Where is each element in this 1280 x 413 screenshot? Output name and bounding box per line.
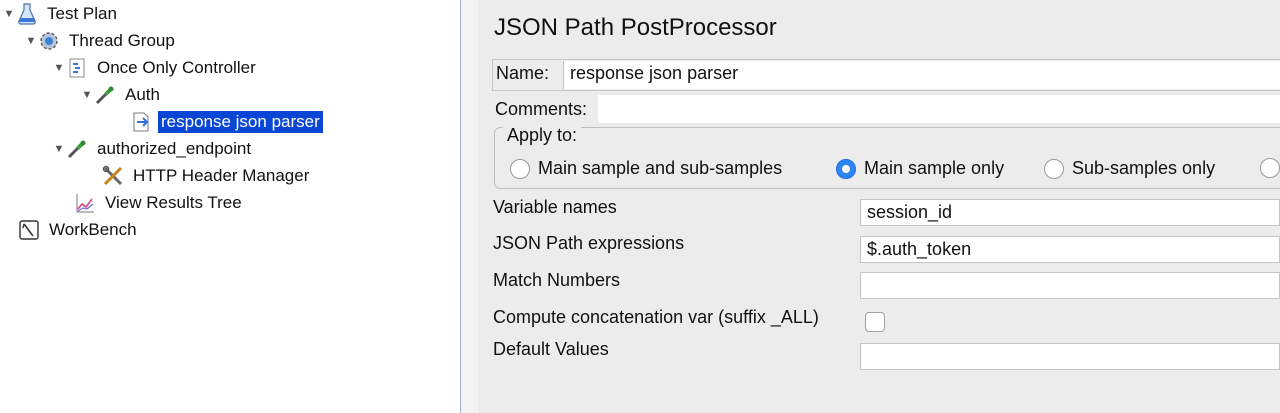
radio-jmeter-variable[interactable] [1260,158,1280,178]
comments-input[interactable] [598,95,1280,123]
tree-item-label: response json parser [158,111,323,133]
expand-toggle-icon[interactable]: ▼ [52,62,66,74]
radio-label: Main sample only [864,158,1005,178]
expand-toggle-icon[interactable]: ▼ [2,8,16,20]
tree-item-view-results-tree[interactable]: View Results Tree [74,190,245,216]
tree-item-http-header-manager[interactable]: HTTP Header Manager [102,163,312,189]
tools-icon [102,165,124,187]
json-path-postprocessor-panel: JSON Path PostProcessor Name: response j… [478,0,1280,413]
tree-item-auth[interactable]: ▼ Auth [80,82,163,108]
apply-to-legend: Apply to: [503,125,582,146]
tree-item-label: Test Plan [47,4,117,23]
json-path-expressions-label: JSON Path expressions [493,233,685,253]
tree-item-thread-group[interactable]: ▼ Thread Group [24,28,178,54]
test-plan-tree[interactable]: ▼ Test Plan ▼ Thread Group ▼ Once Only C… [0,0,460,413]
pipette-icon [66,138,88,160]
radio-button-icon[interactable] [1044,158,1064,179]
tree-item-label: Auth [125,85,160,104]
tree-item-response-json-parser[interactable]: response json parser [130,109,323,135]
tree-item-test-plan[interactable]: ▼ Test Plan [2,1,120,27]
match-numbers-label: Match Numbers [493,270,621,290]
tree-item-authorized-endpoint[interactable]: ▼ authorized_endpoint [52,136,254,162]
chart-icon [74,192,96,214]
tree-item-label: HTTP Header Manager [133,166,310,185]
radio-main-and-sub-samples[interactable]: Main sample and sub-samples [510,158,782,179]
pipette-icon [94,84,116,106]
radio-main-sample-only[interactable]: Main sample only [836,158,1004,179]
name-input[interactable]: response json parser [563,61,1280,89]
compute-concatenation-checkbox[interactable] [865,312,885,332]
split-pane-divider[interactable] [460,0,480,413]
variable-names-input[interactable]: session_id [860,199,1280,226]
compute-concatenation-label: Compute concatenation var (suffix _ALL) [493,307,819,327]
match-numbers-input[interactable] [860,272,1280,299]
comments-row: Comments: [492,95,1280,123]
radio-label: Main sample and sub-samples [538,158,783,178]
name-label: Name: [496,63,550,83]
tree-item-label: Thread Group [69,31,175,50]
default-values-input[interactable] [860,343,1280,370]
gear-icon [38,30,60,52]
expand-toggle-icon[interactable]: ▼ [52,143,66,155]
json-path-expressions-input[interactable]: $.auth_token [860,236,1280,263]
expand-toggle-icon[interactable]: ▼ [80,89,94,101]
expand-toggle-icon[interactable]: ▼ [24,35,38,47]
workbench-icon [18,219,40,241]
controller-icon [66,57,88,79]
postprocessor-icon [130,111,152,133]
tree-item-label: authorized_endpoint [97,139,252,158]
page-title: JSON Path PostProcessor [494,14,777,41]
tree-item-workbench[interactable]: WorkBench [18,217,140,243]
tree-item-once-only-controller[interactable]: ▼ Once Only Controller [52,55,259,81]
tree-item-label: Once Only Controller [97,58,256,77]
tree-item-label: WorkBench [49,220,137,239]
radio-button-icon[interactable] [1260,158,1280,178]
apply-to-group: Apply to: Main sample and sub-samples Ma… [494,125,1280,189]
radio-button-icon[interactable] [510,158,530,179]
tree-item-label: View Results Tree [105,193,242,212]
flask-icon [16,3,38,25]
variable-names-label: Variable names [493,197,617,217]
name-row: Name: response json parser [492,59,1280,91]
radio-label: Sub-samples only [1072,158,1216,178]
default-values-label: Default Values [493,339,609,359]
comments-label: Comments: [495,99,588,119]
radio-sub-samples-only[interactable]: Sub-samples only [1044,158,1215,179]
radio-button-selected-icon[interactable] [836,158,856,179]
